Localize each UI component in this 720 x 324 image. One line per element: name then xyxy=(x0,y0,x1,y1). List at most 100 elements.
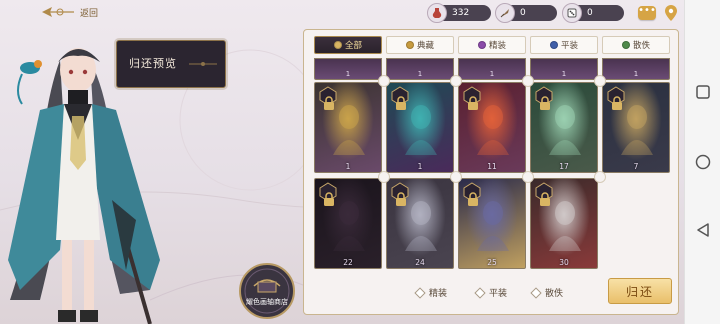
all-icon xyxy=(333,41,342,49)
card-level: 24 xyxy=(415,258,425,267)
card-level: 25 xyxy=(487,258,497,267)
game-screen: 返回 332 0 0 ••• 归还预览 耀色画轴商店 全部 典藏 精装 平装 散… xyxy=(0,0,684,324)
legend-label: 散佚 xyxy=(545,289,564,299)
tab-all[interactable]: 全部 xyxy=(314,36,382,54)
portrait-silhouette xyxy=(405,201,437,251)
portrait-silhouette xyxy=(405,105,437,155)
resource-value: 0 xyxy=(520,8,526,18)
portrait-silhouette xyxy=(477,105,509,155)
portrait-silhouette xyxy=(621,105,653,155)
card-level: 1 xyxy=(561,70,567,78)
tab-scattered[interactable]: 散佚 xyxy=(602,36,670,54)
character-card[interactable]: 17 xyxy=(530,82,598,173)
ornate-arrow-icon xyxy=(42,7,74,17)
card-level: 1 xyxy=(345,70,351,78)
character-card[interactable]: 22 xyxy=(314,178,382,269)
character-card[interactable]: 11 xyxy=(458,82,526,173)
collection-panel: 全部 典藏 精装 平装 散佚 1 1 1 1 1 1 1 11 17 7 22 … xyxy=(303,29,679,315)
tab-label: 典藏 xyxy=(416,41,434,51)
legend-hardcover: 精装 xyxy=(414,286,448,299)
card-level: 22 xyxy=(343,258,353,267)
tab-label: 散佚 xyxy=(632,41,650,51)
system-nav-bar xyxy=(684,0,720,324)
character-card[interactable]: 24 xyxy=(386,178,454,269)
card-level: 1 xyxy=(489,70,495,78)
ornament-icon xyxy=(189,62,217,66)
back-button[interactable]: 返回 xyxy=(40,3,98,21)
card-partial[interactable]: 1 xyxy=(458,58,526,80)
collector-icon xyxy=(405,41,414,49)
resource-value: 332 xyxy=(452,8,470,18)
card-level: 17 xyxy=(559,162,569,171)
circle-icon xyxy=(695,154,711,170)
card-level: 11 xyxy=(487,162,497,171)
card-level: 1 xyxy=(633,70,639,78)
legend-paperback: 平装 xyxy=(474,286,508,299)
separator-dot xyxy=(522,75,534,87)
portrait-silhouette xyxy=(549,105,581,155)
dice-icon xyxy=(562,3,582,23)
legend-scattered: 散佚 xyxy=(530,286,564,299)
back-label: 返回 xyxy=(80,8,99,19)
character-card[interactable]: 1 xyxy=(314,82,382,173)
potion-icon xyxy=(427,3,447,23)
card-partial[interactable]: 1 xyxy=(386,58,454,80)
diamond-icon xyxy=(474,286,486,299)
diamond-icon xyxy=(530,286,542,299)
chat-button[interactable]: ••• xyxy=(638,6,656,20)
quill-icon xyxy=(495,3,515,23)
legend-label: 精装 xyxy=(429,289,448,299)
character-card[interactable]: 25 xyxy=(458,178,526,269)
card-grid: 1 1 1 1 1 1 1 11 17 7 22 24 25 30 xyxy=(314,58,670,276)
paperback-icon xyxy=(549,41,558,49)
separator-dot xyxy=(594,171,606,183)
card-level: 1 xyxy=(417,70,423,78)
recent-apps-button[interactable] xyxy=(693,82,713,102)
portrait-silhouette xyxy=(549,201,581,251)
separator-dot xyxy=(450,171,462,183)
card-partial[interactable]: 1 xyxy=(602,58,670,80)
card-level: 30 xyxy=(559,258,569,267)
card-level: 1 xyxy=(417,162,423,171)
square-icon xyxy=(696,85,710,99)
location-button[interactable] xyxy=(663,4,679,22)
resource-quill[interactable]: 0 xyxy=(495,3,557,23)
resource-potion[interactable]: 332 xyxy=(427,3,491,23)
tab-collector[interactable]: 典藏 xyxy=(386,36,454,54)
resource-value: 0 xyxy=(587,8,593,18)
return-preview-button[interactable]: 归还预览 xyxy=(116,40,226,88)
portrait-silhouette xyxy=(333,105,365,155)
shop-button[interactable]: 耀色画轴商店 xyxy=(238,262,296,320)
separator-dot xyxy=(378,171,390,183)
shop-emblem-icon xyxy=(239,263,295,319)
resource-dice[interactable]: 0 xyxy=(562,3,624,23)
tab-label: 平装 xyxy=(560,41,578,51)
legend-label: 平装 xyxy=(489,289,508,299)
card-level: 1 xyxy=(345,162,351,171)
character-card[interactable]: 7 xyxy=(602,82,670,173)
tab-paperback[interactable]: 平装 xyxy=(530,36,598,54)
return-button-label: 归还 xyxy=(625,284,654,299)
card-partial[interactable]: 1 xyxy=(530,58,598,80)
card-partial[interactable]: 1 xyxy=(314,58,382,80)
home-button[interactable] xyxy=(693,152,713,172)
tab-label: 精装 xyxy=(488,41,506,51)
portrait-silhouette xyxy=(477,201,509,251)
map-pin-icon xyxy=(665,5,677,21)
filter-tabs: 全部 典藏 精装 平装 散佚 xyxy=(314,36,670,54)
separator-dot xyxy=(450,75,462,87)
diamond-icon xyxy=(414,286,426,299)
return-button[interactable]: 归还 xyxy=(608,278,672,304)
card-level: 7 xyxy=(633,162,639,171)
back-nav-button[interactable] xyxy=(693,220,713,240)
tab-hardcover[interactable]: 精装 xyxy=(458,36,526,54)
character-card[interactable]: 1 xyxy=(386,82,454,173)
character-card[interactable]: 30 xyxy=(530,178,598,269)
bird-icon xyxy=(10,60,42,105)
ellipsis-icon: ••• xyxy=(638,5,656,16)
portrait-silhouette xyxy=(333,201,365,251)
triangle-back-icon xyxy=(697,223,709,237)
separator-dot xyxy=(522,171,534,183)
scattered-icon xyxy=(621,41,630,49)
tab-label: 全部 xyxy=(344,41,362,51)
